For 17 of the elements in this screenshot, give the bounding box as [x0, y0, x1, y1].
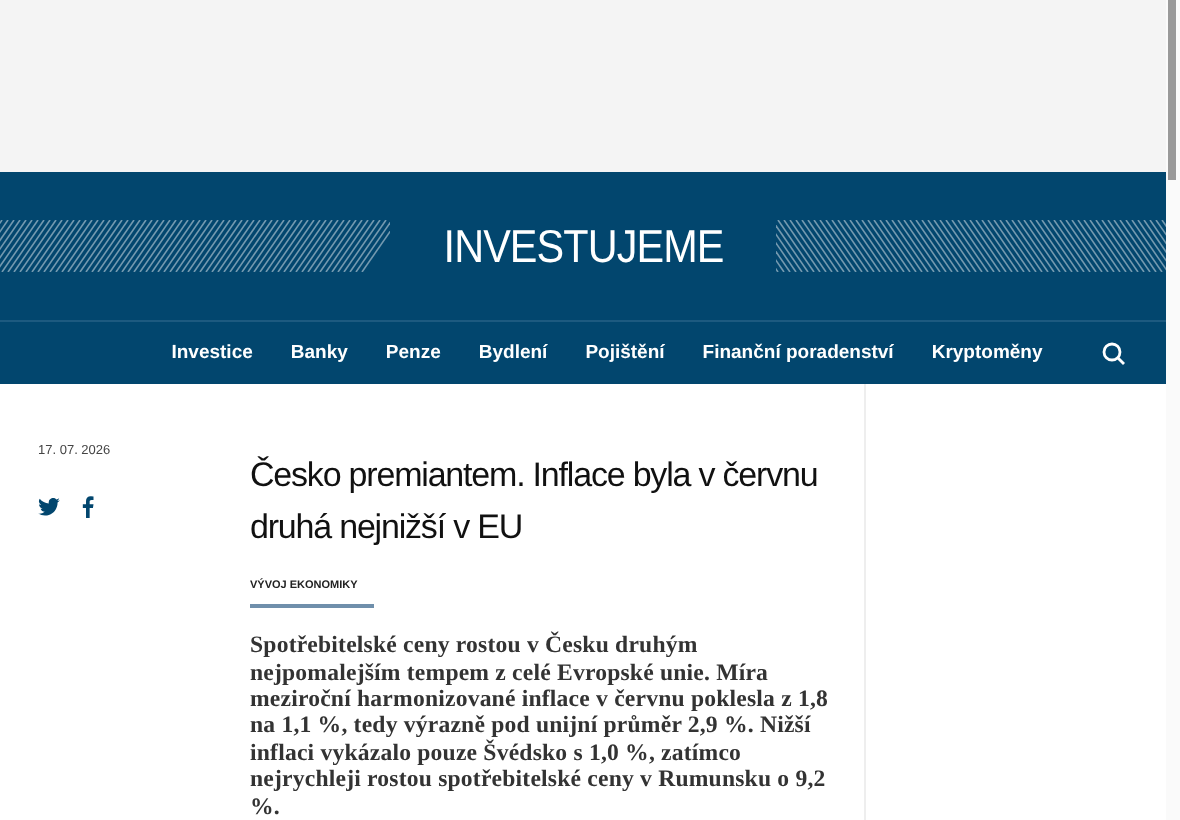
- search-icon[interactable]: [1102, 341, 1126, 366]
- nav-link[interactable]: Finanční poradenství: [702, 339, 894, 368]
- twitter-icon[interactable]: [38, 497, 60, 516]
- site-logo[interactable]: INVESTUJEME: [443, 211, 723, 281]
- nav-link[interactable]: Banky: [290, 339, 348, 368]
- hatch-pattern-icon: [0, 220, 390, 273]
- nav-link[interactable]: Kryptoměny: [931, 339, 1043, 368]
- article-title: Česko premiantem. Inflace byla v červnu druhá nejnižší v EU: [250, 453, 820, 550]
- nav-link[interactable]: Bydlení: [478, 339, 548, 368]
- hatch-pattern-icon: [776, 220, 1166, 273]
- article-perex: Spotřebitelské ceny rostou v Česku druhým nejpomalejším tempem z celé Evropské unie. Míra meziroční harmonizované inflace v červnu poklesla z 1,8 na 1,1 %, tedy výrazně pod unijní průměr 2,9 %. Nižší inflaci vykázalo pouze Švédsko s 1,0 %, zatímco nejrychleji rostou spotřebitelské ceny v Rumunsku o 9,2 %.: [250, 632, 831, 820]
- nav-link[interactable]: Pojištění: [585, 339, 665, 368]
- facebook-icon[interactable]: [82, 495, 94, 518]
- scrollbar-thumb[interactable]: [1168, 0, 1176, 180]
- scrollbar[interactable]: [1166, 0, 1180, 820]
- nav-link[interactable]: Penze: [385, 339, 441, 368]
- nav-link[interactable]: Investice: [171, 339, 253, 368]
